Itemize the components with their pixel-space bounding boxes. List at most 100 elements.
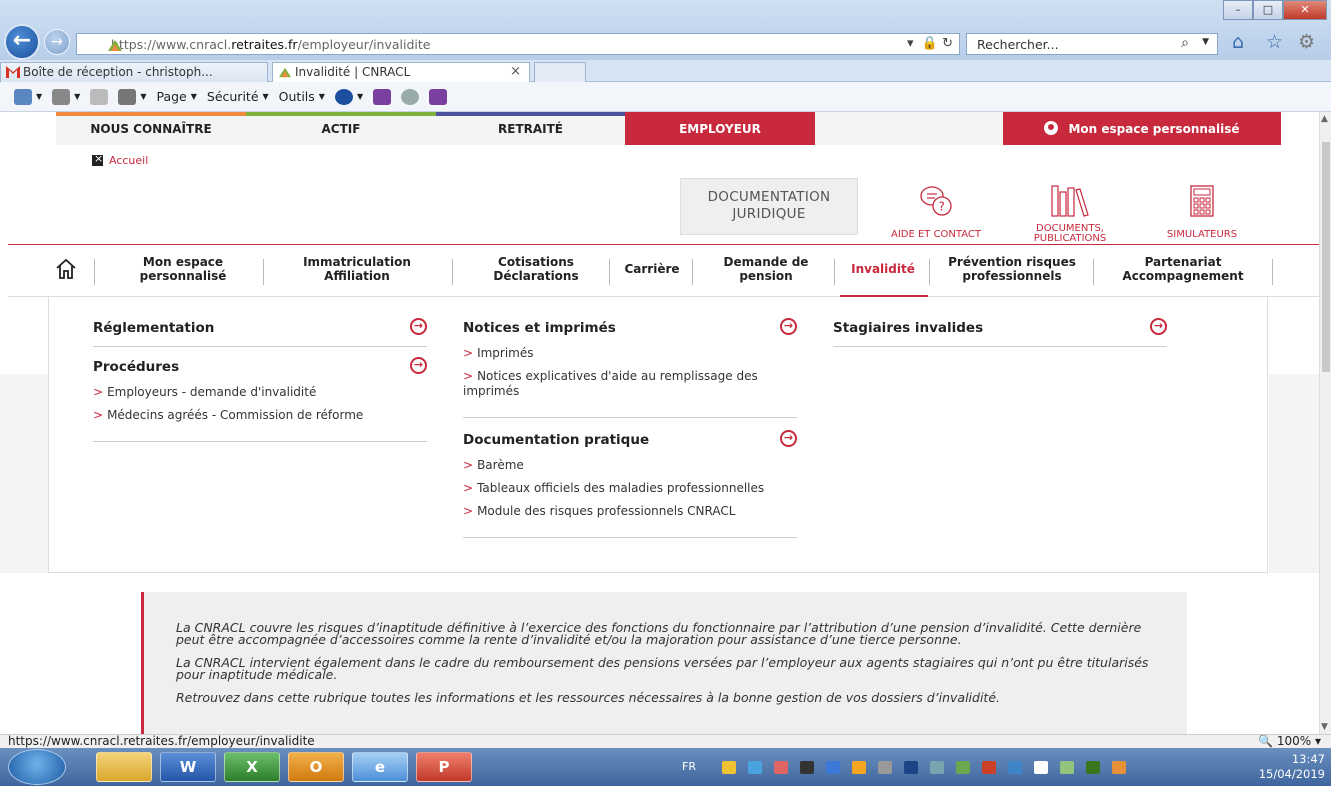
internet-explorer-app-icon[interactable]: e (352, 752, 408, 782)
nav-prevention[interactable]: Prévention risques professionnels (933, 255, 1091, 289)
breadcrumb-accueil[interactable]: Accueil (109, 154, 148, 167)
tray-icon[interactable] (956, 761, 970, 774)
outlook-app-icon[interactable]: O (288, 752, 344, 782)
tray-icon[interactable] (982, 761, 996, 774)
nav-partenariat[interactable]: Partenariat Accompagnement (1103, 255, 1263, 289)
back-button[interactable]: ← (4, 24, 40, 60)
arrow-circle-icon[interactable]: → (410, 357, 427, 374)
tray-icon[interactable] (774, 761, 788, 774)
powerpoint-app-icon[interactable]: P (416, 752, 472, 782)
gear-icon[interactable]: ⚙ (1298, 31, 1315, 53)
onenote-linked-button[interactable] (429, 88, 448, 105)
mail-button[interactable] (90, 88, 109, 105)
favorites-star-icon[interactable]: ☆ (1266, 31, 1283, 53)
arrow-circle-icon[interactable]: → (410, 318, 427, 335)
scroll-up-icon[interactable]: ▲ (1321, 114, 1328, 124)
tray-icon[interactable] (930, 761, 944, 774)
menu-heading-notices[interactable]: Notices et imprimés → (463, 318, 797, 346)
vertical-scrollbar[interactable]: ▲ ▼ (1319, 112, 1331, 734)
tray-icon[interactable] (800, 761, 814, 774)
menu-link-tableaux-officiels[interactable]: > Tableaux officiels des maladies profess… (463, 481, 797, 496)
tray-icon[interactable] (1034, 761, 1048, 774)
minimize-button[interactable]: – (1223, 0, 1253, 20)
help-button[interactable]: ▼ (334, 88, 363, 105)
addon-button[interactable] (401, 88, 420, 105)
tray-icon[interactable] (826, 761, 840, 774)
tab-gmail[interactable]: Boîte de réception - christoph... (0, 62, 268, 82)
menu-link-medecins[interactable]: > Médecins agréés - Commission de réforme (93, 408, 427, 423)
close-window-button[interactable]: ✕ (1283, 0, 1327, 20)
nav-actif[interactable]: ACTIF (246, 112, 436, 145)
security-menu[interactable]: Sécurité ▼ (207, 89, 269, 104)
menu-link-notices-explicatives[interactable]: > Notices explicatives d'aide au rempliss… (463, 369, 797, 399)
word-app-icon[interactable]: W (160, 752, 216, 782)
nav-invalidite[interactable]: Invalidité (838, 262, 928, 296)
nav-label: Partenariat (1144, 255, 1222, 269)
forward-button[interactable]: → (44, 29, 70, 55)
heading-label: Documentation pratique (463, 432, 650, 448)
home-icon[interactable]: ⌂ (1232, 31, 1244, 53)
volume-icon[interactable] (1112, 761, 1126, 774)
network-icon[interactable] (1086, 761, 1100, 774)
search-input[interactable]: Rechercher... ⌕ ▼ (966, 33, 1218, 55)
arrow-circle-icon[interactable]: → (780, 318, 797, 335)
nav-employeur[interactable]: EMPLOYEUR (625, 112, 815, 145)
tray-icon[interactable] (1060, 761, 1074, 774)
background-band (1269, 374, 1319, 573)
new-tab-button[interactable] (534, 62, 586, 82)
home-icon[interactable] (54, 257, 78, 281)
nav-demande-pension[interactable]: Demande de pension (700, 255, 832, 289)
menu-heading-reglementation[interactable]: Réglementation → (93, 318, 427, 346)
language-indicator[interactable]: FR (682, 760, 696, 773)
onenote-button[interactable] (373, 88, 392, 105)
tray-icon[interactable] (1008, 761, 1022, 774)
menu-heading-documentation-pratique[interactable]: Documentation pratique → (463, 430, 797, 458)
menu-heading-procedures[interactable]: Procédures → (93, 357, 427, 385)
nav-retraite[interactable]: RETRAITÉ (436, 112, 625, 145)
nav-nous-connaitre[interactable]: NOUS CONNAÎTRE (56, 112, 246, 145)
clock[interactable]: 13:47 15/04/2019 (1259, 752, 1325, 782)
documents-publications-link[interactable]: DOCUMENTS, PUBLICATIONS (1018, 184, 1122, 244)
menu-link-bareme[interactable]: > Barème (463, 458, 797, 473)
simulateurs-link[interactable]: SIMULATEURS (1150, 184, 1254, 240)
mon-espace-button[interactable]: Mon espace personnalisé (1003, 112, 1281, 145)
feeds-button[interactable]: ▼ (52, 88, 80, 105)
arrow-circle-icon[interactable]: → (780, 430, 797, 447)
excel-app-icon[interactable]: X (224, 752, 280, 782)
address-bar[interactable]: https://www.cnracl.retraites.fr/employeu… (76, 33, 960, 55)
aide-contact-link[interactable]: ? AIDE ET CONTACT (870, 184, 1002, 240)
scrollbar-thumb[interactable] (1322, 142, 1330, 372)
chevron-down-icon[interactable]: ▼ (1202, 37, 1209, 47)
tray-icon[interactable] (852, 761, 866, 774)
print-button[interactable]: ▼ (118, 88, 146, 105)
menu-link-imprimes[interactable]: > Imprimés (463, 346, 797, 361)
arrow-circle-icon[interactable]: → (1150, 318, 1167, 335)
nav-carriere[interactable]: Carrière (612, 262, 692, 296)
tray-icon[interactable] (904, 761, 918, 774)
nav-immatriculation[interactable]: Immatriculation Affiliation (273, 255, 441, 289)
tab-invalidite[interactable]: Invalidité | CNRACL × (272, 62, 530, 82)
address-tools[interactable]: ▾ 🔒 ↻ (907, 36, 953, 51)
scroll-down-icon[interactable]: ▼ (1321, 722, 1328, 732)
documentation-juridique-button[interactable]: DOCUMENTATION JURIDIQUE (680, 178, 858, 235)
menu-heading-stagiaires[interactable]: Stagiaires invalides → (833, 318, 1167, 346)
zoom-control[interactable]: 🔍 100% ▾ (1258, 735, 1321, 748)
close-tab-icon[interactable]: × (510, 64, 521, 79)
onenote-icon (429, 88, 448, 105)
divider (93, 441, 427, 442)
page-menu[interactable]: Page ▼ (156, 89, 196, 104)
tray-icon[interactable] (748, 761, 762, 774)
nav-mon-espace[interactable]: Mon espace personnalisé (104, 255, 262, 289)
explorer-app-icon[interactable] (96, 752, 152, 782)
menu-link-module-risques[interactable]: > Module des risques professionnels CNRAC… (463, 504, 797, 519)
tools-menu[interactable]: Outils ▼ (279, 89, 325, 104)
maximize-button[interactable]: □ (1253, 0, 1283, 20)
tray-icon[interactable] (722, 761, 736, 774)
tab-label: Invalidité | CNRACL (295, 65, 411, 79)
menu-link-employeurs[interactable]: > Employeurs - demande d'invalidité (93, 385, 427, 400)
search-icon[interactable]: ⌕ (1181, 35, 1189, 51)
home-cmd-button[interactable]: ▼ (14, 88, 42, 105)
nav-cotisations[interactable]: Cotisations Déclarations (462, 255, 610, 289)
start-button[interactable] (8, 749, 66, 785)
tray-icon[interactable] (878, 761, 892, 774)
